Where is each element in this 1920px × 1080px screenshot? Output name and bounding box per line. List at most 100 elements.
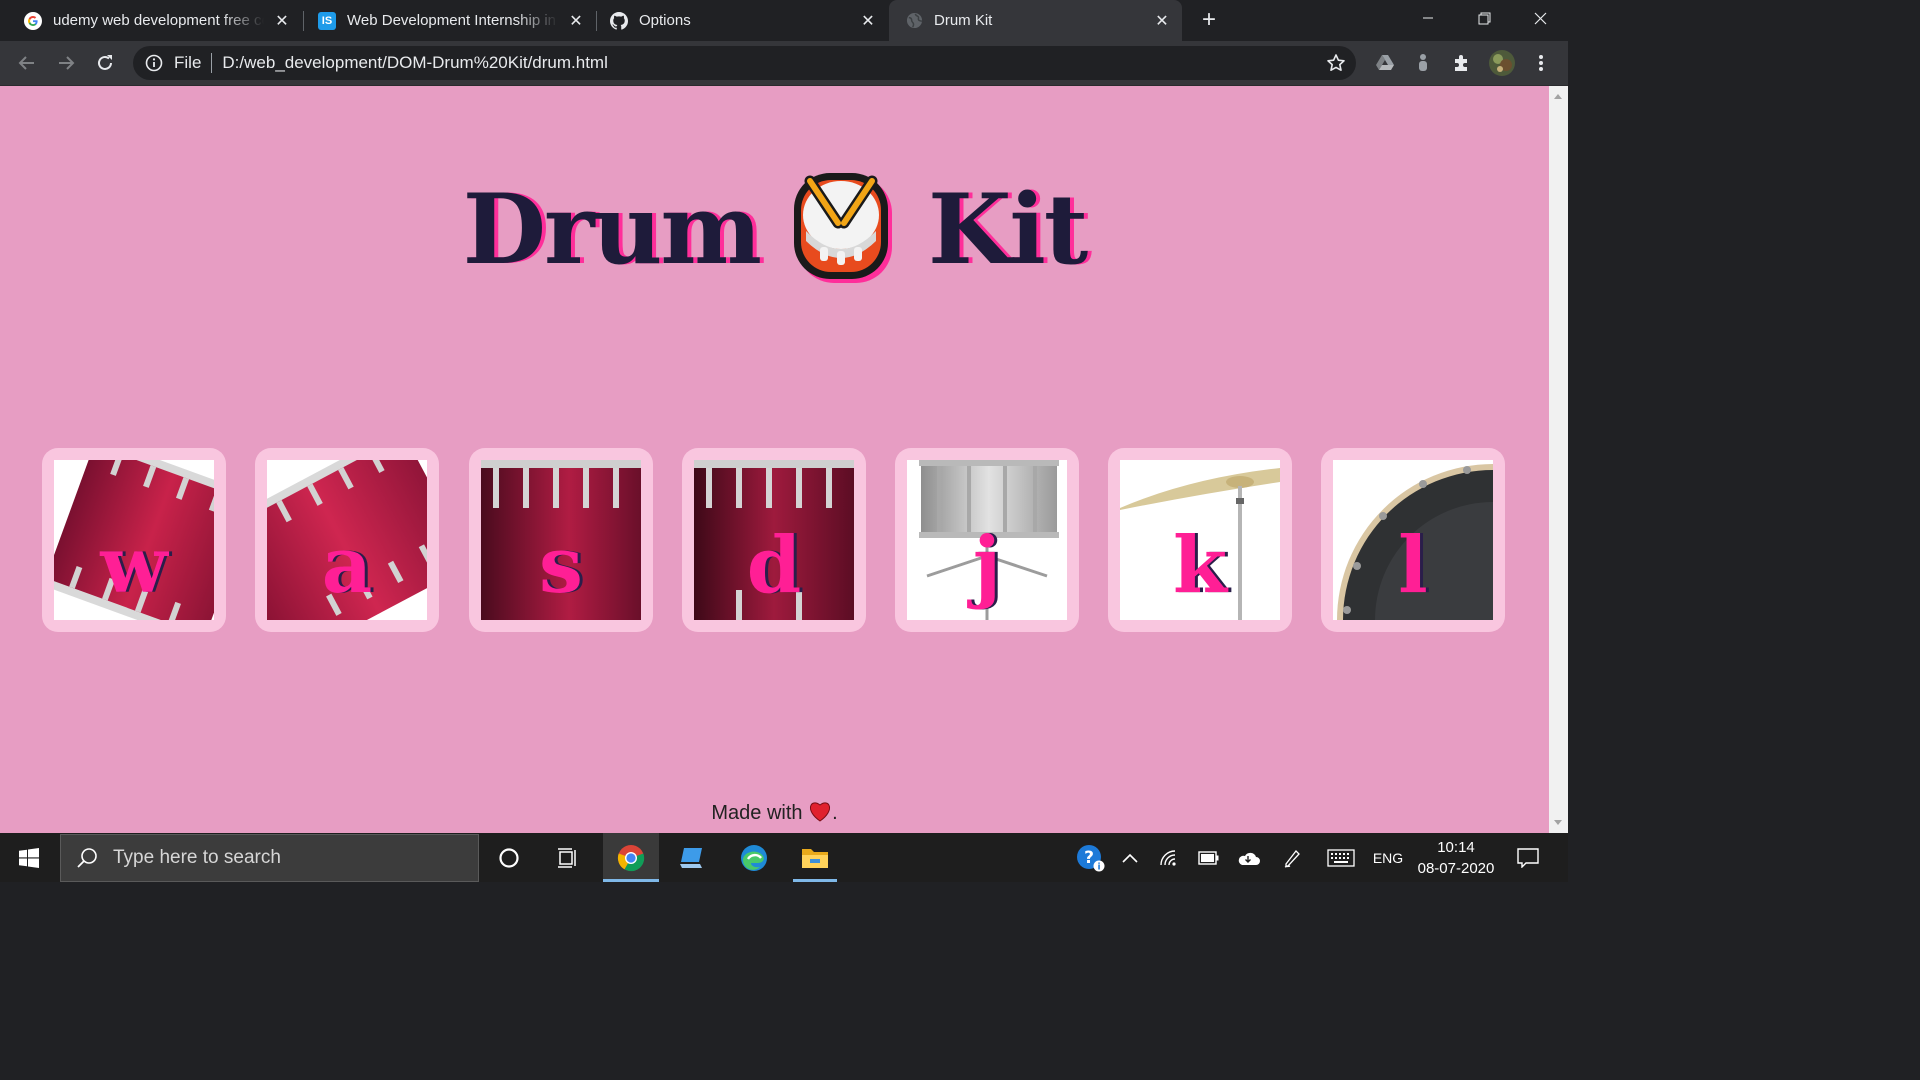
avatar [1489,50,1515,76]
drum-set: w a s d j k l [42,448,1512,634]
show-hidden-icons-button[interactable] [1117,833,1143,882]
drum-button-w[interactable]: w [42,448,226,632]
edge-taskbar-button[interactable] [726,833,782,882]
footer-text: Made with [711,802,803,824]
windows-logo-icon [19,847,39,868]
drum-button-j[interactable]: j [895,448,1079,632]
drum-key-label: s [539,519,583,611]
tab-title: udemy web development free co [53,12,264,29]
page-scrollbar[interactable] [1549,86,1568,833]
profile-avatar-button[interactable] [1488,49,1516,77]
cortana-circle-icon [499,847,519,868]
forward-arrow-icon [59,56,75,70]
close-tab-icon[interactable]: ✕ [1152,11,1172,31]
language-indicator[interactable]: ENG [1368,833,1408,882]
page-content: Drum Kit w a s d j k l Made with . [0,86,1549,833]
title-word-right: Kit [927,172,1088,286]
notification-icon [1517,847,1539,868]
close-tab-icon[interactable]: ✕ [566,11,586,31]
drum-button-k[interactable]: k [1108,448,1292,632]
google-icon [24,11,42,30]
chrome-icon [617,844,645,871]
address-bar[interactable]: File D:/web_development/DOM-Drum%20Kit/d… [133,46,1356,80]
scroll-up-icon[interactable] [1554,94,1562,99]
footer-suffix: . [832,802,838,824]
info-icon[interactable] [145,54,163,72]
onedrive-tray-button[interactable] [1234,833,1262,882]
chevron-up-icon [1122,853,1138,863]
address-scheme: File [174,53,202,72]
taskbar-search-box[interactable]: Type here to search [60,834,479,882]
tab-udemy-search[interactable]: udemy web development free co ✕ [0,0,302,41]
folder-icon [802,848,828,868]
minimize-icon [1423,17,1433,19]
help-tray-button[interactable]: ? i [1072,833,1110,882]
close-icon [1534,12,1546,24]
taskbar-clock[interactable]: 10:14 08-07-2020 [1406,837,1506,879]
windows-taskbar: Type here to search ? i ENG 10:14 08-07-2 [0,833,1568,882]
reload-icon [98,55,112,70]
scroll-down-icon[interactable] [1554,820,1562,825]
drum-button-a[interactable]: a [255,448,439,632]
network-tray-button[interactable] [1155,833,1183,882]
battery-tray-button[interactable] [1195,833,1223,882]
file-explorer-button[interactable] [787,833,843,882]
drum-key-label: l [1398,519,1428,611]
puzzle-icon [1455,55,1467,71]
cortana-button[interactable] [481,833,537,882]
touch-keyboard-button[interactable] [1323,833,1359,882]
drum-key-label: d [746,519,802,611]
drum-key-label: j [972,519,1002,611]
forward-button[interactable] [52,49,80,77]
clock-time: 10:14 [1437,839,1475,856]
internshala-icon: IS [318,11,336,30]
tab-title: Drum Kit [934,12,993,29]
bookmark-star-icon[interactable] [1326,53,1346,73]
drive-extension-button[interactable] [1371,49,1399,77]
globe-icon [905,12,923,30]
chrome-taskbar-button[interactable] [603,833,659,882]
start-button[interactable] [0,833,58,882]
restore-button[interactable] [1456,0,1512,36]
extensions-button[interactable] [1448,49,1476,77]
minimize-button[interactable] [1400,0,1456,36]
drum-button-d[interactable]: d [682,448,866,632]
tab-options[interactable]: Options ✕ [586,0,888,41]
task-view-button[interactable] [540,833,596,882]
footer: Made with . [0,800,1549,825]
search-icon [77,848,97,868]
pen-tray-button[interactable] [1278,833,1306,882]
laptop-icon [680,847,702,868]
keyboard-icon [1327,848,1355,867]
svg-text:i: i [1097,862,1100,872]
clock-date: 08-07-2020 [1417,860,1495,877]
tab-title: Web Development Internship in C [347,12,558,29]
close-window-button[interactable] [1512,0,1568,36]
github-icon [610,11,628,30]
tab-internshala[interactable]: IS Web Development Internship in C ✕ [294,0,596,41]
close-tab-icon[interactable]: ✕ [858,11,878,31]
restore-icon [1478,12,1490,24]
tab-strip: udemy web development free co ✕ IS Web D… [0,0,1568,41]
tab-drum-kit[interactable]: Drum Kit ✕ [889,0,1182,41]
drum-key-label: w [100,519,168,611]
close-tab-icon[interactable]: ✕ [272,11,292,31]
drum-button-l[interactable]: l [1321,448,1505,632]
menu-button[interactable] [1527,49,1555,77]
extension-button[interactable] [1409,49,1437,77]
back-button[interactable] [13,49,41,77]
this-pc-button[interactable] [664,833,720,882]
address-url[interactable]: D:/web_development/DOM-Drum%20Kit/drum.h… [222,53,607,73]
task-view-icon [558,847,576,868]
reload-button[interactable] [91,49,119,77]
drum-key-label: k [1172,519,1228,611]
wifi-icon [1160,849,1176,866]
back-arrow-icon [18,56,34,70]
drum-key-label: a [321,519,373,611]
address-divider [211,53,213,73]
new-tab-button[interactable]: + [1196,7,1222,33]
drum-button-s[interactable]: s [469,448,653,632]
google-drive-icon [1376,55,1394,70]
title-word-left: Drum [462,172,762,286]
action-center-button[interactable] [1510,833,1546,882]
